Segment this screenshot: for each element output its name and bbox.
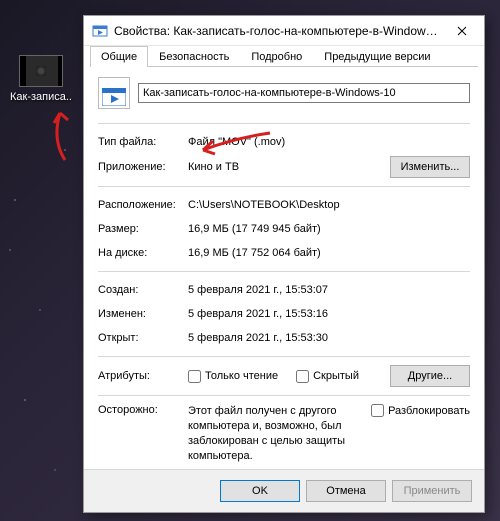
modified-label: Изменен: (98, 308, 188, 320)
dialog-title: Свойства: Как-записать-голос-на-компьюте… (114, 24, 440, 38)
readonly-check-label: Только чтение (205, 370, 278, 382)
ok-button[interactable]: OK (220, 480, 300, 502)
change-app-button[interactable]: Изменить... (390, 156, 470, 178)
warning-label: Осторожно: (98, 404, 188, 416)
close-button[interactable] (440, 16, 484, 46)
video-thumbnail-icon (19, 55, 63, 87)
hidden-check-label: Скрытый (313, 370, 359, 382)
tab-previous-versions[interactable]: Предыдущие версии (313, 46, 441, 67)
type-label: Тип файла: (98, 136, 188, 148)
location-label: Расположение: (98, 199, 188, 211)
properties-dialog: Свойства: Как-записать-голос-на-компьюте… (83, 15, 485, 513)
readonly-checkbox[interactable]: Только чтение (188, 370, 278, 383)
location-value: C:\Users\NOTEBOOK\Desktop (188, 199, 470, 211)
dialog-footer: OK Отмена Применить (84, 469, 484, 512)
tab-security[interactable]: Безопасность (148, 46, 240, 67)
accessed-label: Открыт: (98, 332, 188, 344)
unblock-check-label: Разблокировать (388, 405, 470, 417)
readonly-check-input[interactable] (188, 370, 201, 383)
cancel-button[interactable]: Отмена (306, 480, 386, 502)
tab-details[interactable]: Подробно (240, 46, 313, 67)
tab-strip: Общие Безопасность Подробно Предыдущие в… (84, 46, 484, 67)
ondisk-value: 16,9 МБ (17 752 064 байт) (188, 247, 470, 259)
annotation-arrow-icon (30, 105, 80, 165)
separator (98, 356, 470, 357)
ondisk-label: На диске: (98, 247, 188, 259)
accessed-value: 5 февраля 2021 г., 15:53:30 (188, 332, 470, 344)
unblock-checkbox[interactable]: Разблокировать (371, 404, 470, 417)
app-value: Кино и ТВ (188, 161, 390, 173)
separator (98, 186, 470, 187)
large-file-icon (98, 77, 130, 109)
modified-value: 5 февраля 2021 г., 15:53:16 (188, 308, 470, 320)
created-label: Создан: (98, 284, 188, 296)
app-label: Приложение: (98, 161, 188, 173)
general-panel: Тип файла: Файл "MOV" (.mov) Приложение:… (84, 67, 484, 469)
hidden-check-input[interactable] (296, 370, 309, 383)
attributes-label: Атрибуты: (98, 370, 188, 382)
type-value: Файл "MOV" (.mov) (188, 136, 470, 148)
separator (98, 271, 470, 272)
filename-input[interactable] (138, 83, 470, 103)
desktop-file-label: Как-записа.. (6, 91, 76, 103)
separator (98, 395, 470, 396)
unblock-check-input[interactable] (371, 404, 384, 417)
titlebar: Свойства: Как-записать-голос-на-компьюте… (84, 16, 484, 46)
desktop-file-icon[interactable]: Как-записа.. (6, 55, 76, 103)
created-value: 5 февраля 2021 г., 15:53:07 (188, 284, 470, 296)
apply-button[interactable]: Применить (392, 480, 472, 502)
hidden-checkbox[interactable]: Скрытый (296, 370, 359, 383)
video-file-icon (92, 23, 108, 39)
warning-text: Этот файл получен с другого компьютера и… (188, 404, 371, 463)
size-label: Размер: (98, 223, 188, 235)
size-value: 16,9 МБ (17 749 945 байт) (188, 223, 470, 235)
tab-general[interactable]: Общие (90, 46, 148, 67)
separator (98, 123, 470, 124)
close-icon (457, 26, 467, 36)
other-attributes-button[interactable]: Другие... (390, 365, 470, 387)
